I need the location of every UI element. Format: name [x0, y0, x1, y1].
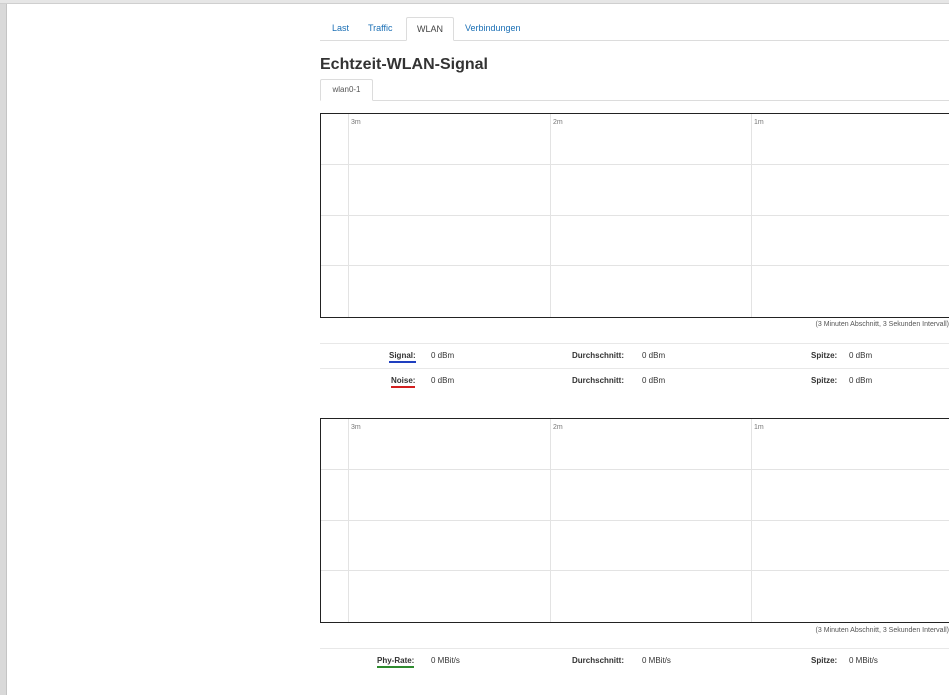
tab-verbindungen[interactable]: Verbindungen: [465, 17, 521, 41]
signal-graph: 3m 2m 1m: [320, 113, 949, 318]
graph-interval-note: (3 Minuten Abschnitt, 3 Sekunden Interva…: [815, 627, 949, 634]
graph-interval-note: (3 Minuten Abschnitt, 3 Sekunden Interva…: [815, 321, 949, 328]
time-tick-1m: 1m: [754, 424, 764, 431]
window-top-edge: [0, 0, 949, 4]
phy-rate-average-value: 0 MBit/s: [642, 656, 671, 665]
graph-gridline: [321, 469, 949, 470]
noise-average-label: Durchschnitt:: [572, 376, 624, 385]
time-tick-1m: 1m: [754, 119, 764, 126]
noise-peak-value: 0 dBm: [849, 376, 873, 385]
graph-gridline: [321, 164, 949, 165]
tab-wlan[interactable]: WLAN: [406, 17, 454, 41]
signal-peak-label: Spitze:: [811, 351, 838, 360]
graph-gridline: [321, 570, 949, 571]
noise-peak-label: Spitze:: [811, 376, 838, 385]
phy-rate-label: Phy-Rate:: [377, 656, 415, 668]
time-tick-3m: 3m: [351, 119, 361, 126]
noise-average-value: 0 dBm: [642, 376, 666, 385]
noise-stats-row: Noise: 0 dBm Durchschnitt: 0 dBm Spitze:…: [320, 368, 949, 393]
phy-rate-peak-label: Spitze:: [811, 656, 838, 665]
phy-rate-average-label: Durchschnitt:: [572, 656, 624, 665]
phy-rate-peak-value: 0 MBit/s: [849, 656, 878, 665]
signal-average-value: 0 dBm: [642, 351, 666, 360]
signal-label: Signal:: [389, 351, 416, 363]
graph-gridline: [321, 265, 949, 266]
time-tick-3m: 3m: [351, 424, 361, 431]
signal-peak-value: 0 dBm: [849, 351, 873, 360]
page-title: Echtzeit-WLAN-Signal: [320, 56, 488, 73]
tab-traffic[interactable]: Traffic: [368, 17, 393, 41]
noise-current-value: 0 dBm: [431, 376, 455, 385]
window-left-edge: [0, 0, 7, 695]
time-tick-2m: 2m: [553, 424, 563, 431]
graph-gridline: [321, 520, 949, 521]
graph-gridline: [321, 215, 949, 216]
tab-last[interactable]: Last: [332, 17, 349, 41]
interface-subtabs: wlan0-1: [320, 79, 949, 101]
noise-label: Noise:: [391, 376, 416, 388]
signal-average-label: Durchschnitt:: [572, 351, 624, 360]
time-tick-2m: 2m: [553, 119, 563, 126]
phy-rate-stats-row: Phy-Rate: 0 MBit/s Durchschnitt: 0 MBit/…: [320, 648, 949, 673]
rate-graph: 3m 2m 1m: [320, 418, 949, 623]
phy-rate-current-value: 0 MBit/s: [431, 656, 460, 665]
subtab-wlan0-1[interactable]: wlan0-1: [320, 79, 373, 101]
signal-current-value: 0 dBm: [431, 351, 455, 360]
signal-stats-row: Signal: 0 dBm Durchschnitt: 0 dBm Spitze…: [320, 343, 949, 368]
realtime-tabs: Last Traffic WLAN Verbindungen: [320, 17, 949, 41]
main-content: Last Traffic WLAN Verbindungen Echtzeit-…: [320, 17, 949, 668]
